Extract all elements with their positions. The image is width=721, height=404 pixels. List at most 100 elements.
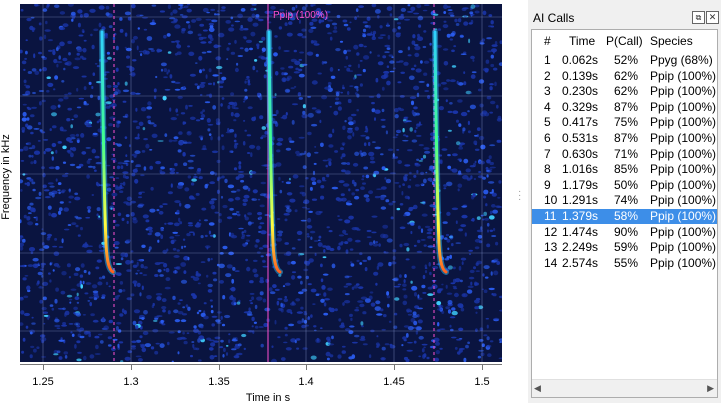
cell-species: Ppip (100%) — [650, 193, 717, 208]
cell-p: 59% — [614, 240, 639, 255]
restore-icon[interactable]: ⧉ — [692, 11, 705, 24]
cell-p: 74% — [614, 193, 639, 208]
cell-time: 0.417s — [562, 115, 599, 130]
cell-p: 52% — [614, 53, 639, 67]
cell-p: 71% — [614, 146, 639, 161]
cell-n: 5 — [544, 115, 551, 130]
scroll-right-arrow-icon[interactable]: ▶ — [707, 383, 714, 394]
list-item[interactable]: 4 0.329s 87% Ppip (100%) — [532, 100, 717, 115]
cell-n: 11 — [544, 209, 557, 223]
cell-time: 1.474s — [562, 224, 599, 239]
cell-species: Ppip (100%) — [650, 240, 717, 255]
list-item[interactable]: 3 0.230s 62% Ppip (100%) — [532, 84, 717, 99]
list-item[interactable]: 13 2.249s 59% Ppip (100%) — [532, 240, 717, 255]
list-header: # Time P(Call) Species — [532, 31, 717, 51]
list-item[interactable]: 8 1.016s 85% Ppip (100%) — [532, 162, 717, 177]
cell-n: 2 — [544, 68, 551, 83]
cell-time: 0.230s — [562, 84, 599, 99]
panel-splitter[interactable]: · · · — [512, 0, 528, 403]
x-tick-mark — [219, 364, 220, 370]
cell-species: Ppyg (68%) — [650, 53, 713, 67]
cell-p: 62% — [614, 84, 639, 99]
spectrogram-view[interactable]: Frequency in kHz 80 70 60 50 40 Ppip (10… — [0, 0, 512, 404]
list-item[interactable]: 10 1.291s 74% Ppip (100%) — [532, 193, 717, 208]
list-item[interactable]: 1 0.062s 52% Ppyg (68%) — [532, 53, 717, 68]
cell-species: Ppip (100%) — [650, 99, 717, 114]
column-header-number[interactable]: # — [544, 34, 551, 48]
splitter-grip-icon[interactable]: · · · — [518, 187, 521, 205]
cell-species: Ppip (100%) — [650, 177, 717, 192]
x-tick-label: 1.3 — [123, 376, 139, 388]
list-item[interactable]: 14 2.574s 55% Ppip (100%) — [532, 256, 717, 271]
list-item[interactable]: 12 1.474s 90% Ppip (100%) — [532, 225, 717, 240]
x-tick-mark — [394, 364, 395, 370]
cell-p: 90% — [614, 224, 639, 239]
column-header-time[interactable]: Time — [569, 34, 595, 48]
list-item[interactable]: 6 0.531s 87% Ppip (100%) — [532, 131, 717, 146]
spectrogram-plot[interactable]: Ppip (100%) — [20, 4, 502, 362]
cell-n: 7 — [544, 146, 551, 161]
cell-time: 1.179s — [562, 177, 599, 192]
x-tick-label: 1.25 — [32, 376, 54, 388]
cell-species: Ppip (100%) — [650, 84, 717, 99]
list-item[interactable]: 7 0.630s 71% Ppip (100%) — [532, 147, 717, 162]
cell-p: 85% — [614, 162, 639, 177]
cell-p: 55% — [614, 255, 639, 270]
x-tick-mark — [131, 364, 132, 370]
cell-n: 9 — [544, 177, 551, 192]
x-tick-label: 1.45 — [383, 376, 405, 388]
cell-time: 0.139s — [562, 68, 599, 83]
cell-n: 8 — [544, 162, 551, 177]
cell-p: 75% — [614, 115, 639, 130]
cell-p: 87% — [614, 131, 639, 145]
column-header-species[interactable]: Species — [650, 34, 693, 48]
cell-species: Ppip (100%) — [650, 209, 717, 223]
panel-title: AI Calls — [533, 11, 575, 25]
cell-time: 1.016s — [562, 162, 599, 177]
cell-n: 12 — [544, 224, 558, 239]
cell-species: Ppip (100%) — [650, 255, 717, 270]
x-tick-label: 1.4 — [298, 376, 314, 388]
list-item[interactable]: 11 1.379s 58% Ppip (100%) — [532, 209, 717, 224]
x-tick-mark — [482, 364, 483, 370]
cell-time: 2.249s — [562, 240, 599, 255]
list-item[interactable]: 9 1.179s 50% Ppip (100%) — [532, 178, 717, 193]
cell-time: 1.379s — [562, 209, 599, 223]
cell-species: Ppip (100%) — [650, 162, 717, 177]
cell-time: 0.062s — [562, 53, 599, 67]
cell-species: Ppip (100%) — [650, 115, 717, 130]
cell-n: 13 — [544, 240, 558, 255]
x-tick-mark — [306, 364, 307, 370]
x-axis-line — [20, 364, 502, 365]
spectrogram-noise — [20, 4, 502, 362]
cell-species: Ppip (100%) — [650, 131, 717, 145]
x-tick-label: 1.35 — [208, 376, 230, 388]
cell-n: 10 — [544, 193, 558, 208]
cell-n: 4 — [544, 99, 551, 114]
x-tick-mark — [43, 364, 44, 370]
cell-n: 3 — [544, 84, 551, 99]
call-species-label: Ppip (100%) — [273, 10, 329, 21]
cell-species: Ppip (100%) — [650, 68, 717, 83]
list-item[interactable]: 5 0.417s 75% Ppip (100%) — [532, 115, 717, 130]
cell-species: Ppip (100%) — [650, 224, 717, 239]
cell-time: 0.329s — [562, 99, 599, 114]
list-item[interactable]: 2 0.139s 62% Ppip (100%) — [532, 69, 717, 84]
spectrogram-image — [20, 4, 502, 362]
cell-time: 1.291s — [562, 193, 599, 208]
cell-p: 58% — [614, 209, 639, 223]
cell-p: 87% — [614, 99, 639, 114]
cell-p: 62% — [614, 68, 639, 83]
horizontal-scrollbar[interactable]: ◀ ▶ — [532, 379, 717, 397]
cell-time: 2.574s — [562, 255, 599, 270]
cell-n: 14 — [544, 255, 558, 270]
cell-time: 0.531s — [562, 131, 599, 145]
close-icon[interactable]: ✕ — [706, 11, 719, 24]
cell-species: Ppip (100%) — [650, 146, 717, 161]
cell-time: 0.630s — [562, 146, 599, 161]
scroll-left-arrow-icon[interactable]: ◀ — [534, 383, 541, 394]
column-header-probability[interactable]: P(Call) — [606, 34, 643, 48]
ai-calls-panel: AI Calls ⧉ ✕ # Time P(Call) Species 1 0.0… — [528, 0, 721, 403]
calls-list[interactable]: # Time P(Call) Species 1 0.062s 52% Ppyg (6… — [531, 29, 718, 398]
cell-n: 6 — [544, 131, 551, 145]
